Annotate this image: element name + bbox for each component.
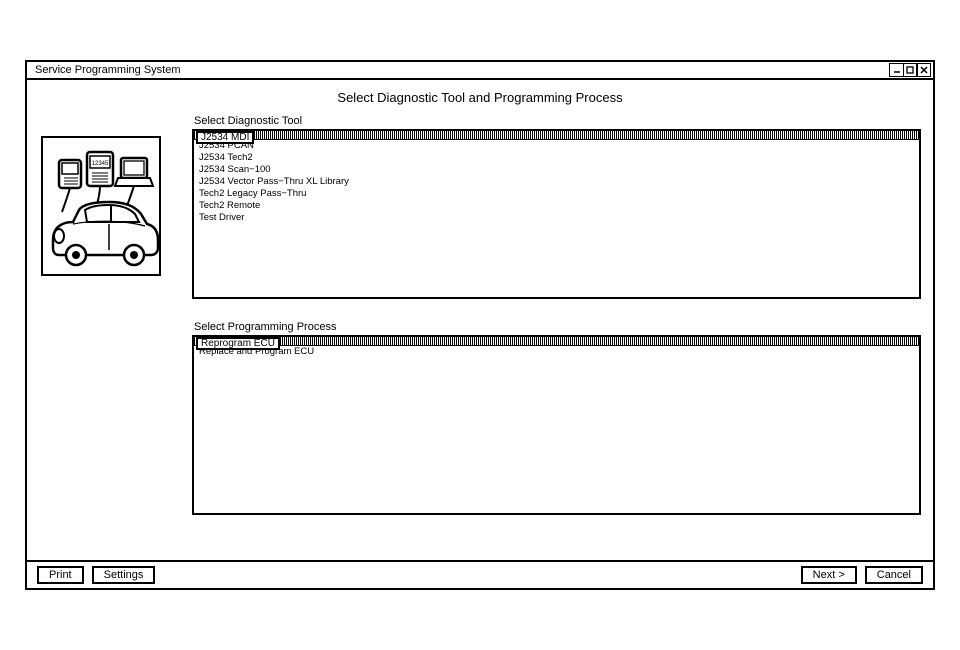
programming-process-items: Replace and Program ECU [194,346,919,358]
footer: Print Settings Next > Cancel [27,562,933,588]
list-item[interactable]: J2534 PCAN [199,140,919,152]
app-window: Service Programming System Select Diagno… [25,60,935,590]
list-item[interactable]: J2534 Scan−100 [199,164,919,176]
cancel-button[interactable]: Cancel [865,566,923,584]
main-panel: Select Diagnostic Tool J2534 MDI J2534 P… [192,115,921,553]
list-item[interactable]: Tech2 Remote [199,200,919,212]
diagnostic-tool-selected[interactable]: J2534 MDI [196,131,254,144]
window-title: Service Programming System [29,64,181,76]
programming-process-listbox[interactable]: Reprogram ECU Replace and Program ECU [192,335,921,515]
list-item[interactable]: J2534 Vector Pass−Thru XL Library [199,176,919,188]
programming-process-selected[interactable]: Reprogram ECU [196,337,280,350]
next-button[interactable]: Next > [801,566,857,584]
list-item[interactable]: Test Driver [199,212,919,224]
content-area: Select Diagnostic Tool and Programming P… [27,80,933,588]
list-item[interactable]: J2534 Tech2 [199,152,919,164]
page-title: Select Diagnostic Tool and Programming P… [27,80,933,111]
list-item[interactable]: Replace and Program ECU [199,346,919,358]
diagnostic-tool-listbox[interactable]: J2534 MDI J2534 PCAN J2534 Tech2 J2534 S… [192,129,921,299]
listbox-header-bar [194,131,919,140]
titlebar: Service Programming System [27,62,933,80]
listbox-header-bar [194,337,919,346]
diagnostic-tool-label: Select Diagnostic Tool [192,115,921,127]
diagnostic-tool-items: J2534 PCAN J2534 Tech2 J2534 Scan−100 J2… [194,140,919,224]
close-button[interactable] [916,63,931,77]
window-controls [891,63,932,77]
diagnostic-illustration: 12345 [41,136,161,276]
settings-button[interactable]: Settings [92,566,156,584]
list-item[interactable]: Tech2 Legacy Pass−Thru [199,188,919,200]
programming-process-label: Select Programming Process [192,321,921,333]
illustration-label: 12345 [92,161,109,167]
print-button[interactable]: Print [37,566,84,584]
